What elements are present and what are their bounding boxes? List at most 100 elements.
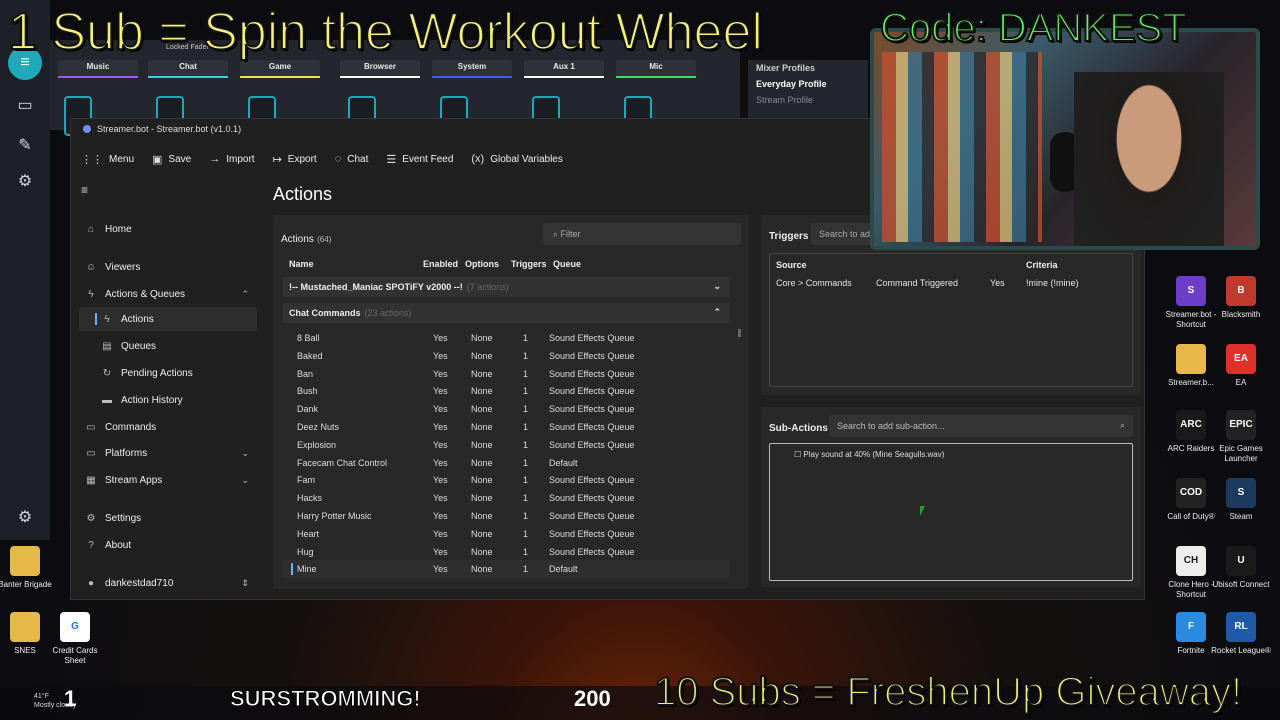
scrollbar[interactable] <box>738 329 741 337</box>
action-row[interactable]: Fam Yes None 1 Sound Effects Queue <box>283 471 729 489</box>
lightning-icon: ϟ <box>104 313 110 325</box>
cell-triggers: 1 <box>523 386 529 397</box>
column-triggers[interactable]: Triggers <box>511 259 547 269</box>
action-row[interactable]: Dank Yes None 1 Sound Effects Queue <box>283 400 729 418</box>
cell-enabled: Yes <box>433 368 448 379</box>
action-row[interactable]: Harry Potter Music Yes None 1 Sound Effects … <box>283 507 729 525</box>
desktop-icon[interactable]: S Steam <box>1210 478 1272 522</box>
sidebar-item-actions-queues[interactable]: ϟ Actions & Queues ⌃ <box>79 282 257 306</box>
cell-queue: Sound Effects Queue <box>549 511 635 521</box>
app-icon: S <box>1176 276 1206 306</box>
action-group-spotify[interactable]: !-- Mustached_Maniac SPOTiFY v2000 --! (7… <box>283 277 729 297</box>
profile-stream[interactable]: Stream Profile <box>748 92 868 108</box>
desktop-icon[interactable]: EA EA <box>1210 344 1272 388</box>
action-row[interactable]: Deez Nuts Yes None 1 Sound Effects Queue <box>283 418 729 436</box>
desktop-icon-label: Credit Cards Sheet <box>52 646 98 665</box>
chevron-down-icon: ⌄ <box>241 474 249 485</box>
column-name[interactable]: Name <box>289 259 314 269</box>
action-row[interactable]: Baked Yes None 1 Sound Effects Queue <box>283 347 729 365</box>
cell-queue: Sound Effects Queue <box>549 350 635 361</box>
action-row[interactable]: Hug Yes None 1 Sound Effects Queue <box>283 543 729 561</box>
sidebar-item-commands[interactable]: ▭ Commands <box>79 415 257 439</box>
action-row[interactable]: Facecam Chat Control Yes None 1 Default <box>283 454 729 472</box>
sidebar-item-home[interactable]: ⌂ Home <box>79 217 257 241</box>
action-row[interactable]: 8 Ball Yes None 1 Sound Effects Queue <box>283 329 729 347</box>
app-icon: RL <box>1226 612 1256 642</box>
home-icon: ⌂ <box>87 223 95 235</box>
grid-icon: ⋮⋮ <box>81 153 103 166</box>
sidebar-item-pending-actions[interactable]: ↻ Pending Actions <box>79 361 257 385</box>
desktop-icon[interactable]: G Credit Cards Sheet <box>44 612 106 666</box>
column-options[interactable]: Options <box>465 259 499 269</box>
action-row[interactable]: Ban Yes None 1 Sound Effects Queue <box>283 365 729 383</box>
sidebar-item-settings[interactable]: ⚙ Settings <box>79 506 257 530</box>
cell-queue: Sound Effects Queue <box>549 439 635 450</box>
mixer-channel-aux1[interactable]: Aux 1 <box>524 60 604 78</box>
mixer-channel-mic[interactable]: Mic <box>616 60 696 78</box>
cell-options: None <box>471 475 493 486</box>
action-row[interactable]: Heart Yes None 1 Sound Effects Queue <box>283 525 729 543</box>
cell-triggers: 1 <box>523 422 529 432</box>
triggers-label: Triggers <box>769 231 809 242</box>
menu-button[interactable]: ⋮⋮ Menu <box>81 153 134 166</box>
column-source: Source <box>776 260 807 270</box>
cell-options: None <box>471 493 493 504</box>
chat-button[interactable]: ◌ Chat <box>335 153 369 165</box>
app-icon: F <box>1176 612 1206 642</box>
sidebar-item-action-history[interactable]: ▬ Action History <box>79 388 257 412</box>
mixer-channel-game[interactable]: Game <box>240 60 320 78</box>
action-row[interactable]: Bush Yes None 1 Sound Effects Queue <box>283 382 729 400</box>
user-account[interactable]: ● dankestdad710 ⇕ <box>79 571 257 595</box>
device-icon[interactable]: ▭ <box>8 88 42 122</box>
folder-icon <box>10 546 40 576</box>
search-icon: ⌕ <box>553 229 561 239</box>
sidebar-item-viewers[interactable]: ☺ Viewers <box>79 255 257 279</box>
action-row[interactable]: Mine Yes None 1 Default <box>283 560 729 579</box>
desktop-icon[interactable]: U Ubisoft Connect <box>1210 546 1272 590</box>
sidebar-item-stream-apps[interactable]: ▦ Stream Apps ⌄ <box>79 468 257 492</box>
global-variables-button[interactable]: (x) Global Variables <box>471 153 562 165</box>
mixer-channel-music[interactable]: Music <box>58 60 138 78</box>
desktop-icon[interactable]: EPIC Epic Games Launcher <box>1210 410 1272 464</box>
filter-input[interactable]: ⌕ Filter <box>543 223 741 245</box>
gear-icon[interactable]: ⚙ <box>8 500 42 534</box>
subaction-search-input[interactable]: Search to add sub-action... ⌕ <box>829 415 1133 437</box>
action-row[interactable]: Hacks Yes None 1 Sound Effects Queue <box>283 489 729 507</box>
save-button[interactable]: ▣ Save <box>152 153 191 166</box>
desktop-icon-label: Ubisoft Connect <box>1212 580 1270 589</box>
cell-queue: Sound Effects Queue <box>549 368 635 379</box>
profile-everyday[interactable]: Everyday Profile <box>748 76 868 92</box>
table-header: Name Enabled Options Triggers Queue <box>283 255 743 273</box>
cell-triggers: 1 <box>523 546 529 557</box>
settings-icon[interactable]: ⚙ <box>8 164 42 198</box>
subaction-item[interactable]: ☐ Play sound at 40% (Mine Seagulls.wav) <box>794 450 944 459</box>
desktop-icon[interactable]: RL Rocket League® <box>1210 612 1272 656</box>
sidebar-item-platforms[interactable]: ▭ Platforms ⌄ <box>79 441 257 465</box>
cell-name: Ban <box>297 368 314 379</box>
edit-icon[interactable]: ✎ <box>8 128 42 162</box>
app-icon: CH <box>1176 546 1206 576</box>
sidebar-item-about[interactable]: ? About <box>79 533 257 557</box>
desktop-icon[interactable]: B Blacksmith <box>1210 276 1272 320</box>
mixer-channel-system[interactable]: System <box>432 60 512 78</box>
trigger-row[interactable]: Core > Commands Command Triggered Yes !m… <box>770 274 1132 292</box>
hamburger-icon[interactable]: ≡ <box>81 183 88 197</box>
sidebar-item-actions[interactable]: ϟ Actions <box>79 307 257 331</box>
action-group-chat-commands[interactable]: Chat Commands (23 actions) ⌃ <box>283 303 729 323</box>
action-row[interactable]: Explosion Yes None 1 Sound Effects Queue <box>283 436 729 454</box>
overlay-top-text: 1 Sub = Spin the Workout Wheel <box>7 2 764 62</box>
column-queue[interactable]: Queue <box>553 259 581 269</box>
cell-options: None <box>471 528 493 539</box>
desktop-icon[interactable]: Banter Brigade <box>0 546 56 590</box>
column-enabled[interactable]: Enabled <box>423 259 458 269</box>
mixer-channel-chat[interactable]: Chat <box>148 60 228 78</box>
export-button[interactable]: ↦ Export <box>273 153 317 166</box>
desktop-icon-label: Banter Brigade <box>0 580 52 589</box>
import-button[interactable]: → Import <box>209 153 254 165</box>
users-icon: ☺ <box>85 261 97 273</box>
event-feed-button[interactable]: ☰ Event Feed <box>386 153 453 166</box>
cell-name: Deez Nuts <box>297 422 340 432</box>
cell-queue: Default <box>549 457 578 468</box>
mixer-channel-browser[interactable]: Browser <box>340 60 420 78</box>
sidebar-item-queues[interactable]: ▤ Queues <box>79 334 257 358</box>
